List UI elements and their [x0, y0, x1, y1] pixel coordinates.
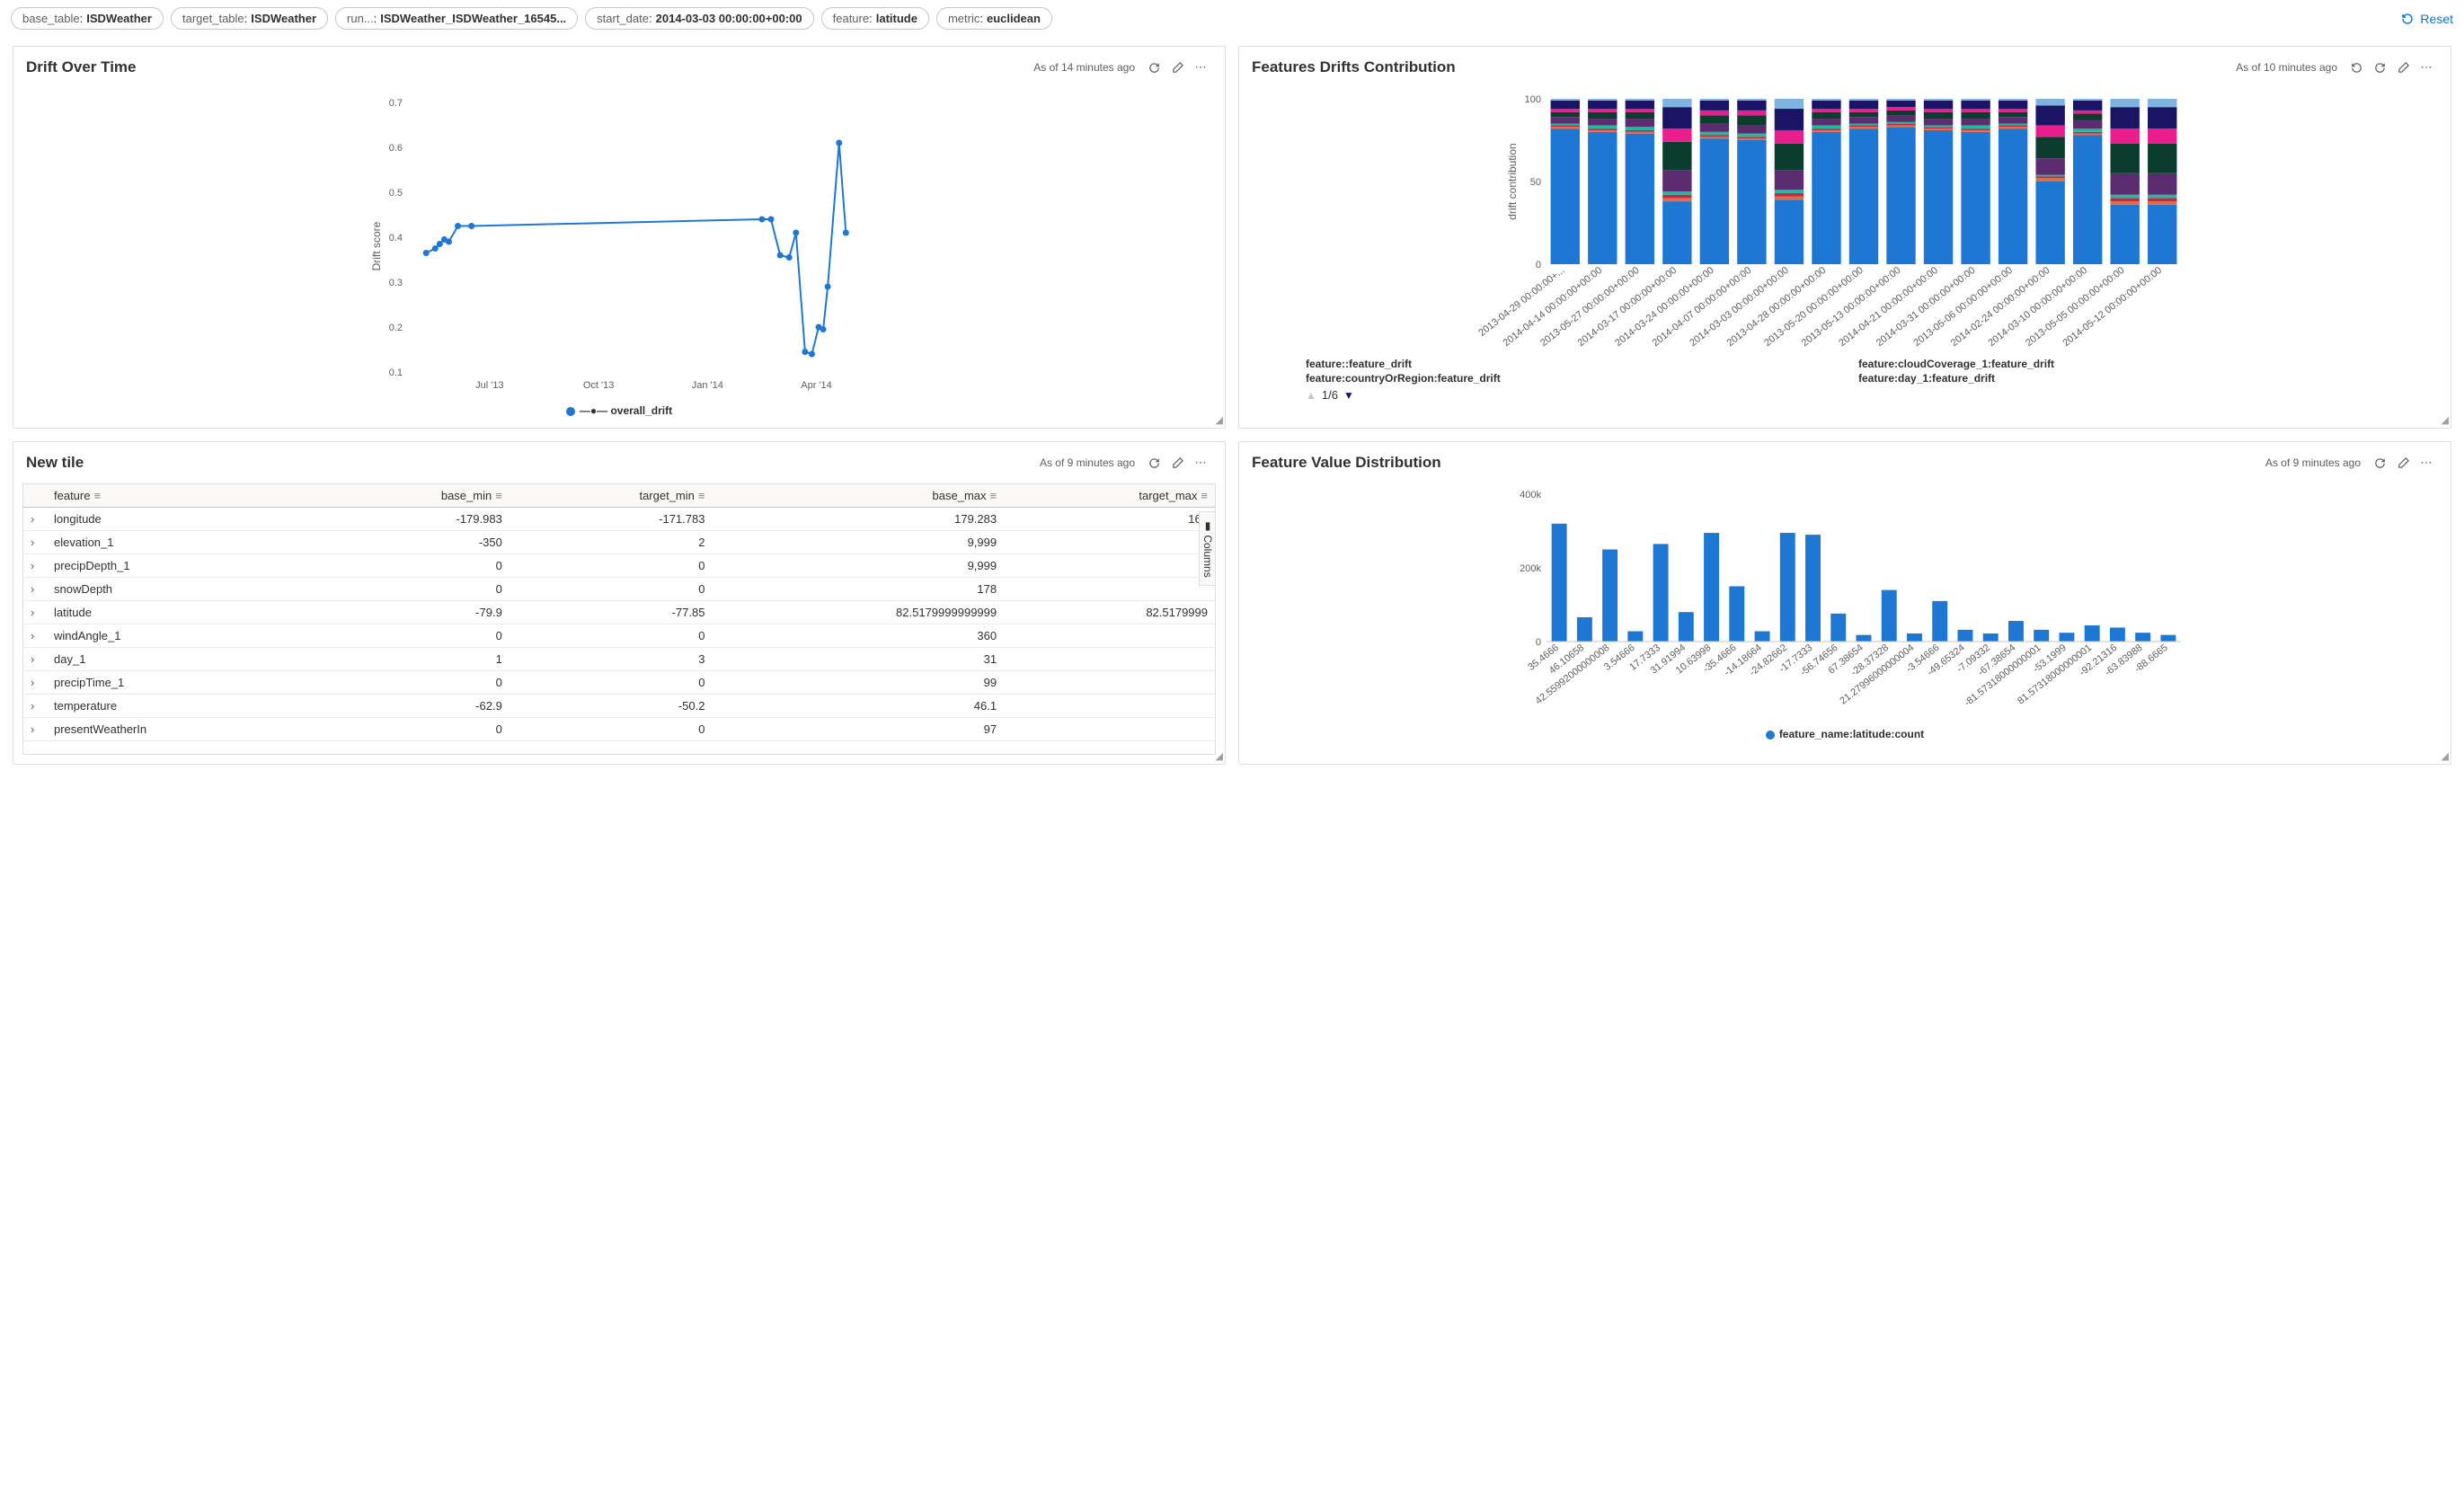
filter-chip-target-table[interactable]: target_table : ISDWeather: [171, 7, 328, 30]
pager-prev-icon[interactable]: ▲: [1306, 389, 1316, 402]
pager-next-icon[interactable]: ▼: [1343, 389, 1354, 402]
column-header[interactable]: base_max≡: [712, 484, 1004, 508]
svg-text:drift contribution: drift contribution: [1506, 143, 1519, 219]
column-header[interactable]: target_max≡: [1004, 484, 1215, 508]
table-row[interactable]: ›day_11331: [23, 648, 1215, 671]
tile-title: Drift Over Time: [26, 58, 1033, 76]
svg-text:Jan '14: Jan '14: [692, 380, 723, 391]
svg-text:0: 0: [1536, 637, 1541, 648]
svg-text:50: 50: [1530, 177, 1541, 188]
table-row[interactable]: ›snowDepth00178: [23, 578, 1215, 601]
chart-legend: feature::feature_driftfeature:cloudCover…: [1306, 358, 2384, 385]
table-row[interactable]: ›longitude-179.983-171.783179.283168: [23, 508, 1215, 531]
svg-text:200k: 200k: [1520, 563, 1541, 574]
refresh-icon[interactable]: [2368, 56, 2391, 79]
filter-chip-metric[interactable]: metric : euclidean: [936, 7, 1052, 30]
table-row[interactable]: ›precipDepth_1009,9999: [23, 554, 1215, 578]
svg-text:0.4: 0.4: [389, 233, 403, 244]
contribution-stacked-chart: 050100drift contribution2013-04-29 00:00…: [1252, 93, 2438, 354]
tile-feature-distribution: Feature Value Distribution As of 9 minut…: [1238, 441, 2451, 765]
table-row[interactable]: ›precipTime_10099: [23, 671, 1215, 695]
more-icon[interactable]: ⋯: [2415, 451, 2438, 474]
tile-timestamp: As of 14 minutes ago: [1033, 61, 1135, 74]
edit-icon[interactable]: [1166, 56, 1189, 79]
svg-text:Apr '14: Apr '14: [801, 380, 832, 391]
table-row[interactable]: ›elevation_1-35029,9999: [23, 531, 1215, 554]
table-row[interactable]: ›windAngle_100360: [23, 624, 1215, 648]
svg-text:0.3: 0.3: [389, 278, 403, 288]
column-header[interactable]: [23, 484, 47, 508]
undo-icon: [2400, 12, 2415, 26]
refresh-icon[interactable]: [1142, 451, 1166, 474]
svg-text:Oct '13: Oct '13: [583, 380, 615, 391]
filter-chip-run[interactable]: run... : ISDWeather_ISDWeather_16545...: [335, 7, 578, 30]
tile-timestamp: As of 10 minutes ago: [2236, 61, 2337, 74]
svg-text:100: 100: [1525, 94, 1541, 105]
table-row[interactable]: ›temperature-62.9-50.246.1: [23, 695, 1215, 718]
chart-legend: feature_name:latitude:count: [1252, 728, 2438, 740]
table-row[interactable]: ›latitude-79.9-77.8582.517999999999982.5…: [23, 601, 1215, 624]
resize-handle[interactable]: ◢: [2442, 414, 2449, 426]
feature-stats-table[interactable]: feature≡base_min≡target_min≡base_max≡tar…: [23, 484, 1215, 741]
resize-handle[interactable]: ◢: [2442, 750, 2449, 762]
tile-features-contribution: Features Drifts Contribution As of 10 mi…: [1238, 46, 2451, 429]
more-icon[interactable]: ⋯: [1189, 56, 1212, 79]
filter-chip-base-table[interactable]: base_table : ISDWeather: [11, 7, 164, 30]
svg-text:0: 0: [1536, 260, 1541, 270]
svg-text:Drift score: Drift score: [370, 221, 383, 270]
columns-toggle[interactable]: ▮ Columns: [1199, 511, 1216, 586]
column-header[interactable]: feature≡: [47, 484, 318, 508]
tile-title: Features Drifts Contribution: [1252, 58, 2236, 76]
edit-icon[interactable]: [1166, 451, 1189, 474]
distribution-bar-chart: 0200k400k35.466646.1065842.5599200000000…: [1252, 489, 2438, 722]
legend-pager[interactable]: ▲ 1/6 ▼: [1306, 388, 2438, 402]
svg-text:0.5: 0.5: [389, 188, 403, 199]
more-icon[interactable]: ⋯: [1189, 451, 1212, 474]
tile-drift-over-time: Drift Over Time As of 14 minutes ago ⋯ 0…: [13, 46, 1226, 429]
svg-text:0.1: 0.1: [389, 368, 403, 378]
drift-line-chart: 0.1 0.2 0.3 0.4 0.5 0.6 0.7 Jul '13 Oct '13 Jan '…: [26, 93, 1212, 399]
resize-handle[interactable]: ◢: [1216, 414, 1223, 426]
filter-chip-feature[interactable]: feature : latitude: [821, 7, 929, 30]
svg-text:0.6: 0.6: [389, 143, 403, 154]
tile-timestamp: As of 9 minutes ago: [2265, 456, 2361, 469]
reset-button[interactable]: Reset: [2400, 12, 2453, 26]
svg-text:400k: 400k: [1520, 490, 1541, 500]
tile-timestamp: As of 9 minutes ago: [1040, 456, 1135, 469]
more-icon[interactable]: ⋯: [2415, 56, 2438, 79]
tile-title: Feature Value Distribution: [1252, 454, 2265, 472]
tile-new-tile: New tile As of 9 minutes ago ⋯ feature≡b…: [13, 441, 1226, 765]
resize-handle[interactable]: ◢: [1216, 750, 1223, 762]
svg-text:0.2: 0.2: [389, 323, 403, 333]
refresh-icon[interactable]: [1142, 56, 1166, 79]
chart-legend: —●— overall_drift: [26, 404, 1212, 417]
table-row[interactable]: ›presentWeatherIn0097: [23, 718, 1215, 741]
refresh-icon[interactable]: [2368, 451, 2391, 474]
edit-icon[interactable]: [2391, 451, 2415, 474]
undo-icon[interactable]: [2344, 56, 2368, 79]
tile-title: New tile: [26, 454, 1040, 472]
svg-text:Jul '13: Jul '13: [475, 380, 503, 391]
svg-text:0.7: 0.7: [389, 98, 403, 109]
filter-chip-start-date[interactable]: start_date : 2014-03-03 00:00:00+00:00: [585, 7, 813, 30]
column-header[interactable]: base_min≡: [318, 484, 510, 508]
filter-bar: base_table : ISDWeather target_table : I…: [0, 0, 2464, 37]
edit-icon[interactable]: [2391, 56, 2415, 79]
column-header[interactable]: target_min≡: [510, 484, 713, 508]
